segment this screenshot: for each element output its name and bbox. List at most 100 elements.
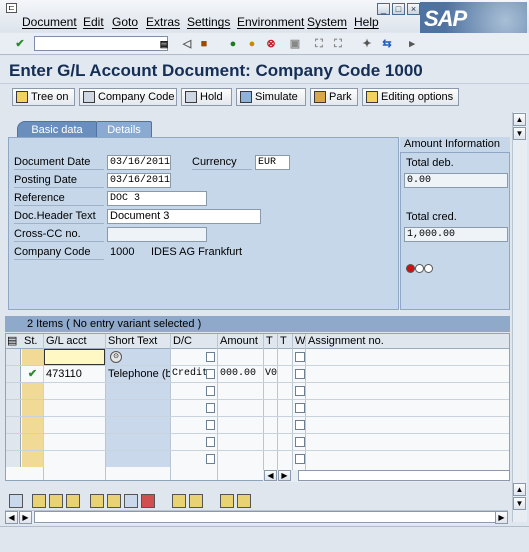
currency-field[interactable]: EUR <box>255 155 290 170</box>
enter-check-icon[interactable]: ✔ <box>12 36 28 52</box>
cross-cc-field[interactable] <box>107 227 207 242</box>
w-checkbox[interactable] <box>295 403 305 413</box>
paste-icon[interactable] <box>189 494 203 508</box>
help-icon[interactable]: ▸ <box>404 36 420 52</box>
menu-extras[interactable]: Extras <box>146 15 180 29</box>
amount-cell[interactable]: 000.00 <box>220 366 263 382</box>
dc-dropdown-icon[interactable] <box>206 352 215 362</box>
short-text-cell[interactable] <box>106 417 170 433</box>
details-zoom-icon[interactable] <box>9 494 23 508</box>
back-arrow-icon[interactable]: ◁ <box>179 36 195 52</box>
details-icon[interactable]: ⊙ <box>110 351 122 363</box>
insert-row-icon[interactable] <box>90 494 104 508</box>
row-selector[interactable] <box>6 349 21 365</box>
page-scroll-left-icon[interactable]: ◀ <box>5 511 18 524</box>
gl-acct-input[interactable] <box>44 349 105 365</box>
close-window-button[interactable]: × <box>407 3 420 15</box>
tree-on-button[interactable]: Tree on <box>12 88 75 106</box>
filter-icon[interactable] <box>237 494 251 508</box>
w-checkbox[interactable] <box>295 420 305 430</box>
page-up-icon[interactable]: ▲ <box>513 483 526 496</box>
duplicate-row-icon[interactable] <box>124 494 138 508</box>
delete-row-icon[interactable] <box>141 494 155 508</box>
short-text-cell[interactable] <box>106 400 170 416</box>
sort-asc-icon[interactable] <box>32 494 46 508</box>
find-row-icon[interactable] <box>66 494 80 508</box>
doc-header-text-field[interactable]: Document 3 <box>107 209 261 224</box>
short-text-cell[interactable]: Telephone (b <box>106 366 170 382</box>
short-text-cell[interactable] <box>106 383 170 399</box>
row-selector[interactable] <box>6 383 21 399</box>
row-selector[interactable] <box>6 417 21 433</box>
scroll-right-icon[interactable]: ▶ <box>278 470 291 481</box>
short-text-cell[interactable]: ⊙ <box>106 349 170 365</box>
scroll-left-icon[interactable]: ◀ <box>264 470 277 481</box>
short-text-cell[interactable] <box>106 434 170 450</box>
tax-code-cell[interactable]: V0 <box>265 366 278 382</box>
menu-system[interactable]: System <box>307 15 347 29</box>
print-list-icon[interactable] <box>220 494 234 508</box>
cancel-icon[interactable]: ⊗ <box>263 36 279 52</box>
tab-basic-data[interactable]: Basic data <box>17 121 97 138</box>
print-icon[interactable]: ▣ <box>287 36 303 52</box>
menu-environment[interactable]: Environment <box>237 15 304 29</box>
save-icon[interactable]: ■ <box>196 36 212 52</box>
menu-edit[interactable]: Edit <box>83 15 104 29</box>
row-selector[interactable] <box>6 366 21 382</box>
new-session-icon[interactable]: ✦ <box>359 36 375 52</box>
dc-cell[interactable]: Credit <box>172 366 208 382</box>
maximize-button[interactable]: □ <box>392 3 405 15</box>
w-checkbox[interactable] <box>295 437 305 447</box>
scroll-thumb[interactable] <box>298 470 510 481</box>
select-all-icon[interactable]: ▤ <box>6 334 22 349</box>
menu-document[interactable]: Document <box>22 15 77 29</box>
w-checkbox[interactable] <box>295 386 305 396</box>
menu-goto[interactable]: Goto <box>112 15 138 29</box>
reference-field[interactable]: DOC 3 <box>107 191 207 206</box>
editing-options-button[interactable]: Editing options <box>362 88 459 106</box>
short-text-cell[interactable] <box>106 451 170 467</box>
menu-help[interactable]: Help <box>354 15 379 29</box>
menu-settings[interactable]: Settings <box>187 15 230 29</box>
park-button[interactable]: Park <box>310 88 358 106</box>
row-selector[interactable] <box>6 434 21 450</box>
hold-button[interactable]: Hold <box>181 88 232 106</box>
back-icon[interactable]: ● <box>225 36 241 52</box>
append-row-icon[interactable] <box>107 494 121 508</box>
w-checkbox[interactable] <box>295 352 305 362</box>
gl-acct-cell[interactable]: 473110 <box>46 366 104 382</box>
scroll-up-icon[interactable]: ▲ <box>513 113 526 126</box>
scroll-down-icon[interactable]: ▼ <box>513 127 526 140</box>
dc-dropdown-icon[interactable] <box>206 454 215 464</box>
command-history-icon[interactable]: ▤ <box>156 36 172 52</box>
company-code-button[interactable]: Company Code <box>79 88 177 106</box>
dc-dropdown-icon[interactable] <box>206 420 215 430</box>
minimize-button[interactable]: _ <box>377 3 390 15</box>
items-table-title: 2 Items ( No entry variant selected ) <box>5 316 510 332</box>
copy-icon[interactable] <box>172 494 186 508</box>
simulate-button[interactable]: Simulate <box>236 88 306 106</box>
page-scroll-end-icon[interactable]: ▶ <box>495 511 508 524</box>
sort-desc-icon[interactable] <box>49 494 63 508</box>
dc-dropdown-icon[interactable] <box>206 386 215 396</box>
system-menu-icon[interactable]: ⊏ <box>6 3 17 13</box>
posting-date-field[interactable]: 03/16/2011 <box>107 173 171 188</box>
row-selector[interactable] <box>6 400 21 416</box>
dc-dropdown-icon[interactable] <box>206 437 215 447</box>
dc-dropdown-icon[interactable] <box>206 369 215 379</box>
w-checkbox[interactable] <box>295 369 305 379</box>
vertical-scrollbar[interactable] <box>512 112 527 522</box>
page-scroll-thumb[interactable] <box>34 511 496 523</box>
command-field[interactable] <box>34 36 168 51</box>
exit-icon[interactable]: ● <box>244 36 260 52</box>
page-down-icon[interactable]: ▼ <box>513 497 526 510</box>
shortcut-icon[interactable]: ⇆ <box>379 36 395 52</box>
page-scroll-right-icon[interactable]: ▶ <box>19 511 32 524</box>
w-checkbox[interactable] <box>295 454 305 464</box>
document-date-field[interactable]: 03/16/2011 <box>107 155 171 170</box>
row-selector[interactable] <box>6 451 21 467</box>
dc-dropdown-icon[interactable] <box>206 403 215 413</box>
find-icon[interactable]: ⛶ <box>311 36 327 52</box>
find-next-icon[interactable]: ⛶ <box>330 36 346 52</box>
tab-details[interactable]: Details <box>96 121 152 138</box>
